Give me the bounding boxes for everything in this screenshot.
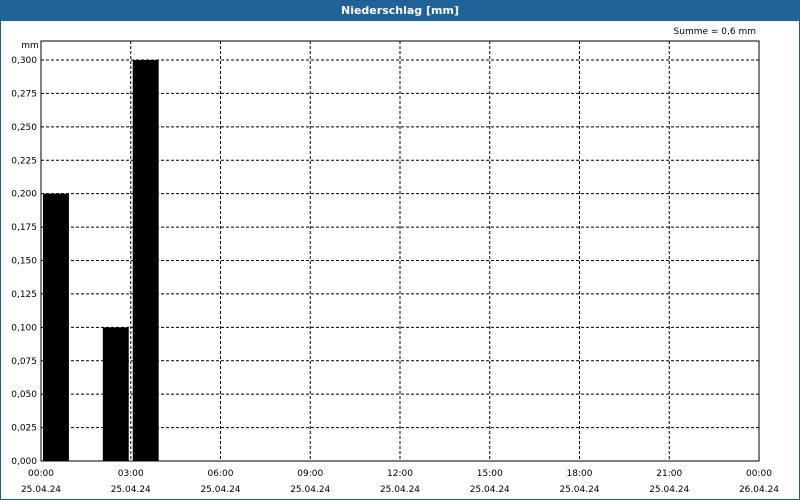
x-tick-time-label: 03:00 (118, 469, 144, 479)
y-tick-label: 0,300 (11, 56, 37, 66)
precipitation-bar (102, 327, 129, 461)
x-tick-time-label: 15:00 (477, 469, 503, 479)
x-tick-date-label: 25.04.24 (380, 485, 420, 495)
x-tick-date-label: 25.04.24 (290, 485, 330, 495)
x-tick-time-label: 21:00 (656, 469, 682, 479)
x-tick-time-label: 12:00 (387, 469, 413, 479)
x-tick-time-label: 18:00 (567, 469, 593, 479)
x-tick-date-label: 25.04.24 (649, 485, 689, 495)
x-tick-date-label: 26.04.24 (739, 485, 779, 495)
y-tick-label: 0,075 (11, 357, 37, 367)
y-tick-label: 0,225 (11, 156, 37, 166)
y-tick-label: 0,125 (11, 290, 37, 300)
precipitation-bar (132, 60, 159, 461)
x-tick-time-label: 09:00 (297, 469, 323, 479)
x-tick-date-label: 25.04.24 (111, 485, 151, 495)
y-tick-label: 0,100 (11, 323, 37, 333)
y-tick-label: 0,175 (11, 223, 37, 233)
y-tick-label: 0,250 (11, 123, 37, 133)
x-tick-time-label: 00:00 (746, 469, 772, 479)
x-tick-date-label: 25.04.24 (21, 485, 61, 495)
y-tick-label: 0,000 (11, 457, 37, 467)
y-tick-label: 0,050 (11, 390, 37, 400)
precipitation-chart: mm Summe = 0,6 mm 0,000 0,025 0,050 0,075 0,… (11, 27, 779, 495)
y-tick-label: 0,025 (11, 424, 37, 434)
x-tick-time-label: 06:00 (208, 469, 234, 479)
x-tick-date-label: 25.04.24 (470, 485, 510, 495)
y-tick-label: 0,150 (11, 257, 37, 267)
precipitation-bar (43, 193, 69, 461)
y-tick-label: 0,200 (11, 190, 37, 200)
x-tick-date-label: 25.04.24 (559, 485, 599, 495)
y-tick-label: 0,275 (11, 89, 37, 99)
x-tick-time-label: 00:00 (28, 469, 54, 479)
x-tick-date-label: 25.04.24 (200, 485, 240, 495)
y-axis-unit-label: mm (21, 41, 39, 51)
summary-label: Summe = 0,6 mm (674, 27, 756, 37)
